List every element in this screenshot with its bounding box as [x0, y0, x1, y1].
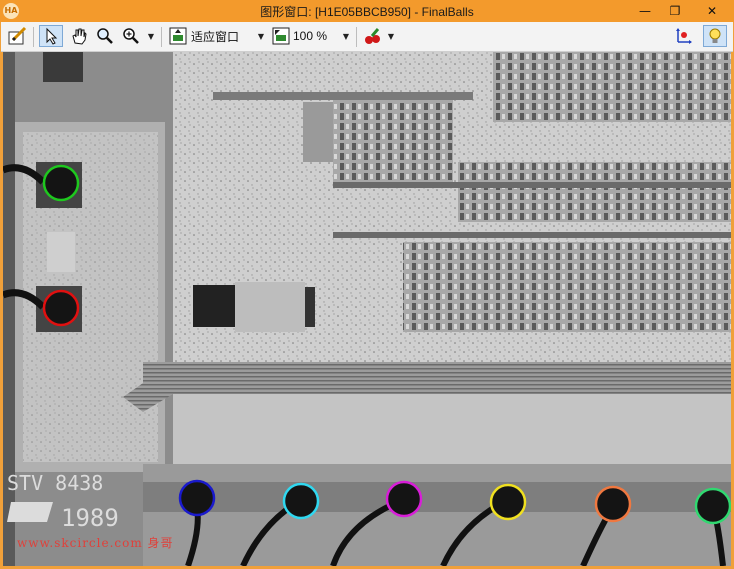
graphics-window: HA 图形窗口: [H1E05BBCB950] - FinalBalls — ❐…	[0, 0, 734, 569]
color-tool-button[interactable]	[361, 25, 385, 47]
chip-die-image: STV 8438 1989	[3, 52, 731, 566]
toolbar-separator	[161, 27, 162, 47]
edit-pen-icon	[8, 26, 27, 45]
zoom-in-button[interactable]	[119, 25, 143, 47]
toolbar-separator	[33, 27, 34, 47]
minimize-icon: —	[639, 4, 651, 18]
fit-mode-dropdown-arrow[interactable]: ▼	[256, 26, 266, 46]
zoom-icon-button[interactable]	[269, 25, 293, 47]
maximize-icon: ❐	[669, 4, 681, 18]
color-dropdown-arrow[interactable]: ▼	[386, 26, 396, 46]
die-marking-year: 1989	[61, 504, 119, 532]
toolbar: ▼ 适应窗口 ▼ 100 % ▼ ▼	[1, 22, 733, 52]
hand-pan-icon	[72, 28, 87, 45]
bond-pad-row	[143, 464, 731, 566]
toolbar-separator	[356, 27, 357, 47]
circuit-block-top	[493, 52, 731, 122]
fit-mode-icon-button[interactable]	[166, 25, 190, 47]
close-icon: ✕	[706, 4, 718, 18]
zoom-select[interactable]: 100 %	[293, 26, 327, 46]
dark-pad	[193, 285, 235, 327]
lightbulb-icon	[709, 28, 721, 43]
circuit-block-middle	[403, 242, 731, 332]
color-paint-icon	[365, 28, 380, 44]
st-logo-icon	[7, 502, 53, 522]
window-title: 图形窗口: [H1E05BBCB950] - FinalBalls	[260, 5, 474, 19]
zoom-level-dropdown-arrow[interactable]: ▼	[341, 26, 351, 46]
magnifier-icon	[97, 28, 113, 44]
pointer-icon	[46, 27, 58, 45]
bus-lines	[143, 362, 731, 394]
edit-button[interactable]	[5, 25, 29, 47]
axis-button[interactable]	[671, 25, 695, 47]
title-bar[interactable]: HA 图形窗口: [H1E05BBCB950] - FinalBalls — ❐…	[0, 0, 734, 22]
pointer-button[interactable]	[39, 25, 63, 47]
fit-mode-select[interactable]: 适应窗口	[191, 26, 239, 46]
pan-button[interactable]	[67, 25, 91, 47]
magnify-button[interactable]	[93, 25, 117, 47]
fit-window-icon	[169, 27, 187, 45]
die-marking-text: STV 8438	[7, 471, 103, 495]
axis-icon	[676, 28, 692, 44]
zoom-dropdown-arrow[interactable]: ▼	[146, 26, 156, 46]
zoom-percent-icon	[272, 27, 290, 45]
zoom-in-icon	[123, 28, 139, 44]
light-button[interactable]	[703, 25, 727, 47]
minimize-button[interactable]: —	[630, 0, 660, 22]
image-viewport[interactable]: STV 8438 1989	[3, 52, 731, 566]
maximize-button[interactable]: ❐	[660, 0, 690, 22]
fit-mode-value: 适应窗口	[191, 29, 240, 44]
watermark-text: www.skcircle.com 身哥	[17, 536, 174, 550]
zoom-value: 100 %	[293, 29, 328, 43]
close-button[interactable]: ✕	[694, 0, 730, 22]
